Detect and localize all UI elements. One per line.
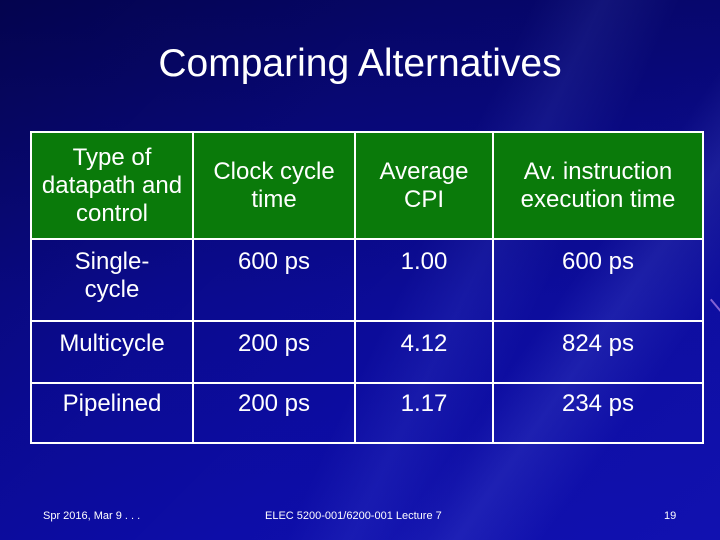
- cell-exec-time: 824 ps: [492, 320, 704, 384]
- header-clock-cycle-time: Clock cycle time: [192, 131, 356, 240]
- cell-exec-time: 600 ps: [492, 238, 704, 322]
- footer-date: Spr 2016, Mar 9 . . .: [43, 510, 141, 522]
- cell-exec-time: 234 ps: [492, 382, 704, 444]
- table-row: Pipelined 200 ps 1.17 234 ps: [30, 382, 704, 444]
- table-header-row: Type of datapath and control Clock cycle…: [30, 131, 704, 240]
- comparison-table: Type of datapath and control Clock cycle…: [30, 131, 704, 444]
- header-datapath-type: Type of datapath and control: [30, 131, 194, 240]
- cell-clock: 600 ps: [192, 238, 356, 322]
- slide-title: Comparing Alternatives: [158, 42, 562, 85]
- cell-type: Multicycle: [30, 320, 194, 384]
- cell-cpi: 1.00: [354, 238, 494, 322]
- cell-type: Pipelined: [30, 382, 194, 444]
- header-average-cpi: Average CPI: [354, 131, 494, 240]
- table-row: Multicycle 200 ps 4.12 824 ps: [30, 320, 704, 384]
- cell-cpi: 4.12: [354, 320, 494, 384]
- cell-clock: 200 ps: [192, 382, 356, 444]
- header-instruction-time: Av. instruction execution time: [492, 131, 704, 240]
- cell-type: Single-cycle: [30, 238, 194, 322]
- cell-clock: 200 ps: [192, 320, 356, 384]
- table-row: Single-cycle 600 ps 1.00 600 ps: [30, 238, 704, 322]
- cell-cpi: 1.17: [354, 382, 494, 444]
- footer-course: ELEC 5200-001/6200-001 Lecture 7: [265, 510, 442, 522]
- footer-page-number: 19: [664, 510, 677, 522]
